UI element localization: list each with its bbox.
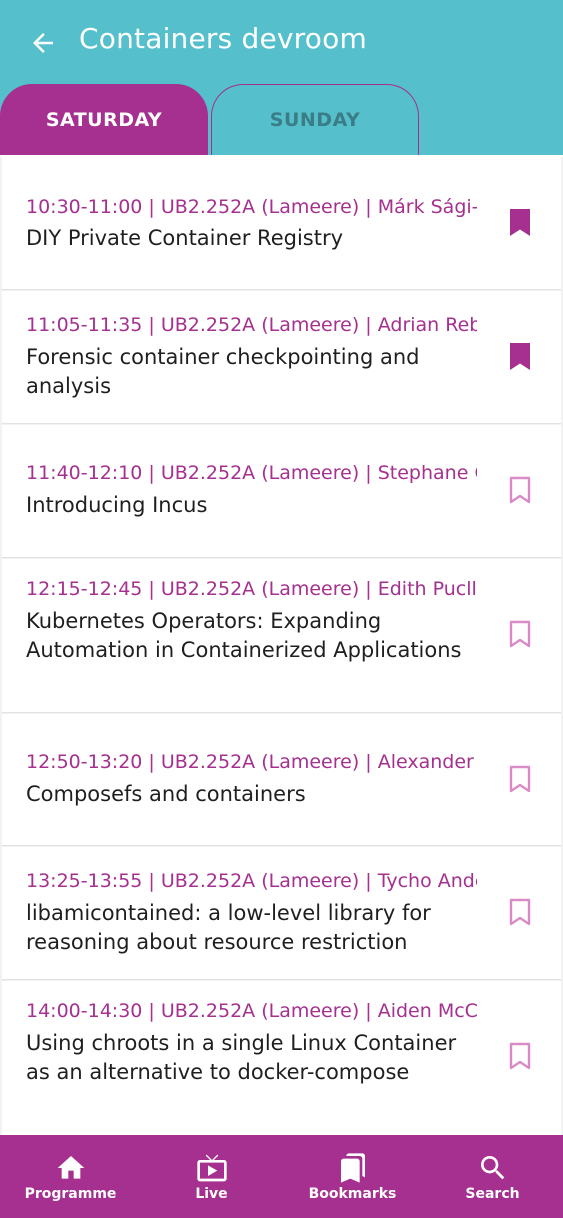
nav-live[interactable]: Live <box>141 1135 282 1218</box>
back-button[interactable] <box>26 26 60 60</box>
nav-search-label: Search <box>465 1186 520 1202</box>
tab-saturday-label: SATURDAY <box>45 108 163 131</box>
event-title: Kubernetes Operators: Expanding Automati… <box>26 609 462 662</box>
event-meta: 14:00-14:30 | UB2.252A (Lameere) | Aiden… <box>26 1000 477 1022</box>
nav-live-label: Live <box>195 1186 228 1202</box>
list-item[interactable]: 11:05-11:35 | UB2.252A (Lameere) | Adria… <box>2 291 561 424</box>
bookmark-outline-icon[interactable] <box>508 765 532 795</box>
bookmark-outline-icon[interactable] <box>508 1042 532 1072</box>
event-meta: 11:05-11:35 | UB2.252A (Lameere) | Adria… <box>26 314 477 336</box>
event-meta: 13:25-13:55 | UB2.252A (Lameere) | Tycho… <box>26 870 477 892</box>
bookmark-outline-icon[interactable] <box>508 476 532 506</box>
app-bar: Containers devroom SATURDAY SUNDAY <box>0 0 563 155</box>
home-icon <box>55 1152 87 1184</box>
event-title: DIY Private Container Registry <box>26 226 344 250</box>
nav-search[interactable]: Search <box>422 1135 563 1218</box>
bookmark-outline-icon[interactable] <box>508 898 532 928</box>
tab-saturday[interactable]: SATURDAY <box>0 84 208 155</box>
list-item[interactable]: 13:25-13:55 | UB2.252A (Lameere) | Tycho… <box>2 847 561 980</box>
bookmark-filled-icon[interactable] <box>508 208 532 238</box>
list-item[interactable]: 12:50-13:20 | UB2.252A (Lameere) | Alexa… <box>2 714 561 846</box>
event-meta: 12:50-13:20 | UB2.252A (Lameere) | Alexa… <box>26 751 477 773</box>
nav-bookmarks[interactable]: Bookmarks <box>282 1135 423 1218</box>
search-icon <box>477 1152 509 1184</box>
tab-sunday-label: SUNDAY <box>269 109 361 131</box>
list-item[interactable]: 10:30-11:00 | UB2.252A (Lameere) | Márk … <box>2 157 561 290</box>
event-list[interactable]: 10:30-11:00 | UB2.252A (Lameere) | Márk … <box>0 157 563 1135</box>
list-item[interactable]: 14:00-14:30 | UB2.252A (Lameere) | Aiden… <box>2 981 561 1135</box>
bookmark-filled-icon[interactable] <box>508 342 532 372</box>
event-title: Introducing Incus <box>26 493 208 517</box>
event-meta: 11:40-12:10 | UB2.252A (Lameere) | Steph… <box>26 462 477 484</box>
list-item[interactable]: 11:40-12:10 | UB2.252A (Lameere) | Steph… <box>2 425 561 558</box>
nav-bookmarks-label: Bookmarks <box>308 1186 397 1202</box>
tv-icon <box>196 1152 228 1184</box>
nav-programme-label: Programme <box>24 1186 117 1202</box>
arrow-left-icon <box>33 33 53 53</box>
list-item[interactable]: 12:15-12:45 | UB2.252A (Lameere) | Edith… <box>2 559 561 713</box>
bookmarks-icon <box>337 1152 369 1184</box>
event-title: Using chroots in a single Linux Containe… <box>26 1031 457 1084</box>
event-meta: 12:15-12:45 | UB2.252A (Lameere) | Edith… <box>26 578 477 600</box>
event-title: Forensic container checkpointing and ana… <box>26 345 420 398</box>
event-meta: 10:30-11:00 | UB2.252A (Lameere) | Márk … <box>26 196 477 218</box>
event-title: libamicontained: a low-level library for… <box>26 901 431 954</box>
bookmark-outline-icon[interactable] <box>508 620 532 650</box>
bottom-navigation: Programme Live Bookmarks Search <box>0 1135 563 1218</box>
nav-programme[interactable]: Programme <box>0 1135 141 1218</box>
event-title: Composefs and containers <box>26 782 306 806</box>
page-title: Containers devroom <box>79 22 367 55</box>
tab-sunday[interactable]: SUNDAY <box>211 84 419 155</box>
